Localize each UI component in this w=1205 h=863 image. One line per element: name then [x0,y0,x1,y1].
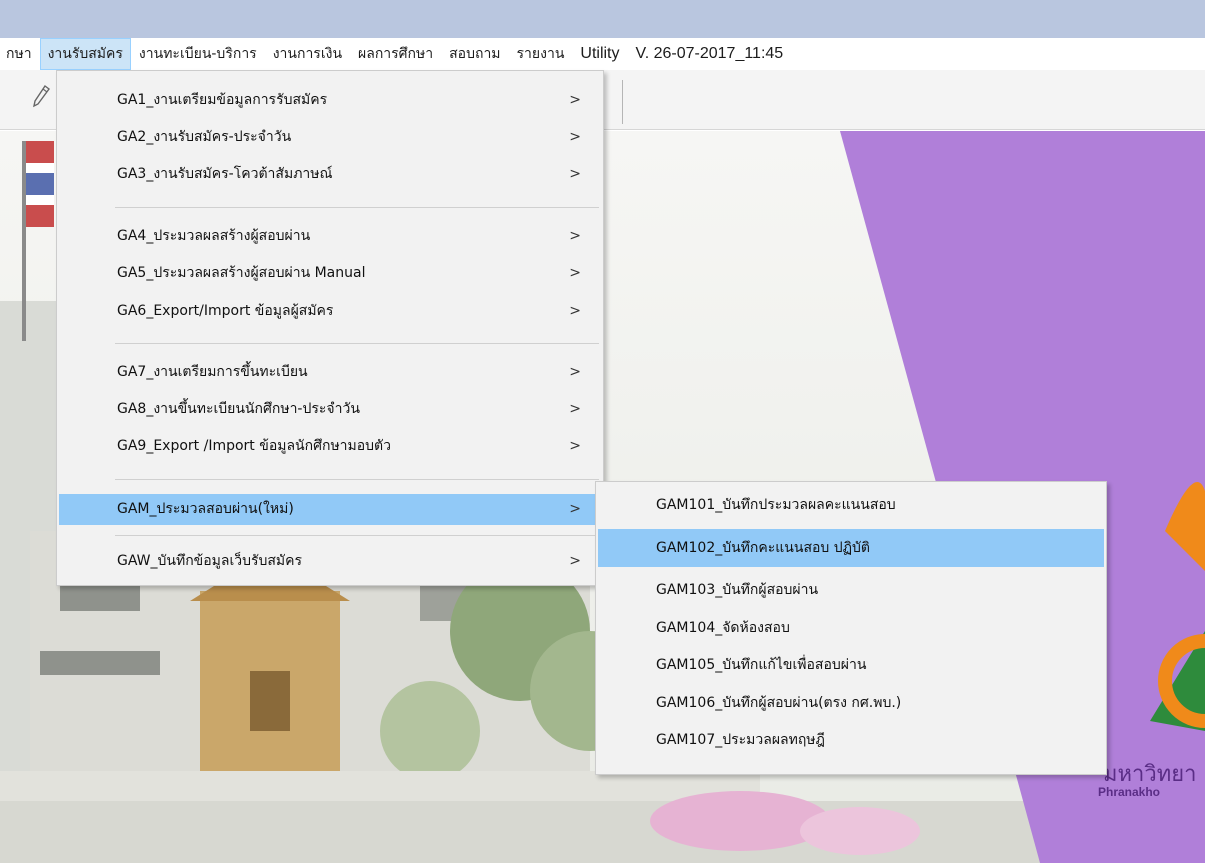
menu-item-ga5[interactable]: GA5_ประมวลผลสร้างผู้สอบผ่าน Manual > [59,258,601,289]
chevron-right-icon: > [569,92,581,108]
submenu-item-label: GAM103_บันทึกผู้สอบผ่าน [656,582,819,598]
menu-separator [115,207,599,208]
submenu-item-gam104[interactable]: GAM104_จัดห้องสอบ [598,613,1104,644]
menu-item-gaw[interactable]: GAW_บันทึกข้อมูลเว็บรับสมัคร > [59,546,601,577]
submenu-item-label: GAM102_บันทึกคะแนนสอบ ปฏิบัติ [656,540,870,556]
chevron-right-icon: > [569,364,581,380]
menu-item-label: GA7_งานเตรียมการขึ้นทะเบียน [117,364,308,380]
chevron-right-icon: > [569,553,581,569]
menu-item-label: GA2_งานรับสมัคร-ประจำวัน [117,129,292,145]
submenu-item-label: GAM105_บันทึกแก้ไขเพื่อสอบผ่าน [656,657,867,673]
menu-item-label: GA3_งานรับสมัคร-โควต้าสัมภาษณ์ [117,166,333,182]
menu-item-ga7[interactable]: GA7_งานเตรียมการขึ้นทะเบียน > [59,357,601,388]
chevron-right-icon: > [569,401,581,417]
menu-separator [115,535,599,536]
menu-item-admission[interactable]: งานรับสมัคร [39,38,131,70]
admission-dropdown-menu: GA1_งานเตรียมข้อมูลการรับสมัคร > GA2_งาน… [56,70,604,586]
chevron-right-icon: > [569,265,581,281]
menu-item-finance[interactable]: งานการเงิน [265,38,350,70]
menu-item-results[interactable]: ผลการศึกษา [350,38,441,70]
menu-item-ga3[interactable]: GA3_งานรับสมัคร-โควต้าสัมภาษณ์ > [59,159,601,190]
menu-item-gam[interactable]: GAM_ประมวลสอบผ่าน(ใหม่) > [59,494,601,525]
menu-item-label: GAW_บันทึกข้อมูลเว็บรับสมัคร [117,553,303,569]
submenu-item-gam105[interactable]: GAM105_บันทึกแก้ไขเพื่อสอบผ่าน [598,650,1104,681]
submenu-item-gam103[interactable]: GAM103_บันทึกผู้สอบผ่าน [598,575,1104,606]
menu-item-registration[interactable]: งานทะเบียน-บริการ [131,38,265,70]
menu-item-ga6[interactable]: GA6_Export/Import ข้อมูลผู้สมัคร > [59,296,601,327]
menu-item-label: GA8_งานขึ้นทะเบียนนักศึกษา-ประจำวัน [117,401,360,417]
menu-separator [115,343,599,344]
submenu-item-gam106[interactable]: GAM106_บันทึกผู้สอบผ่าน(ตรง กศ.พบ.) [598,688,1104,719]
logo-subtext: Phranakho [1098,785,1161,799]
chevron-right-icon: > [569,303,581,319]
submenu-item-label: GAM101_บันทึกประมวลผลคะแนนสอบ [656,497,896,513]
submenu-item-label: GAM106_บันทึกผู้สอบผ่าน(ตรง กศ.พบ.) [656,695,902,711]
chevron-right-icon: > [569,129,581,145]
menu-item-label: GA9_Export /Import ข้อมูลนักศึกษามอบตัว [117,438,392,454]
chevron-right-icon: > [569,438,581,454]
submenu-item-gam101[interactable]: GAM101_บันทึกประมวลผลคะแนนสอบ [598,490,1104,521]
menu-item-label: GA4_ประมวลผลสร้างผู้สอบผ่าน [117,228,311,244]
menu-item-label: GAM_ประมวลสอบผ่าน(ใหม่) [117,501,294,517]
toolbar-separator [622,80,623,124]
version-label: V. 26-07-2017_11:45 [635,45,784,62]
submenu-item-gam102[interactable]: GAM102_บันทึกคะแนนสอบ ปฏิบัติ [598,529,1104,567]
chevron-right-icon: > [569,228,581,244]
chevron-right-icon: > [569,501,581,517]
menu-item-ga4[interactable]: GA4_ประมวลผลสร้างผู้สอบผ่าน > [59,221,601,252]
menu-item-ga9[interactable]: GA9_Export /Import ข้อมูลนักศึกษามอบตัว … [59,431,601,462]
menu-item-utility[interactable]: Utility [572,38,627,70]
menu-item-ga2[interactable]: GA2_งานรับสมัคร-ประจำวัน > [59,122,601,153]
menu-item-education[interactable]: กษา [0,38,40,70]
submenu-item-label: GAM107_ประมวลผลทฤษฎี [656,732,825,748]
menu-item-report[interactable]: รายงาน [509,38,573,70]
menu-item-inquiry[interactable]: สอบถาม [441,38,508,70]
menu-item-label: GA1_งานเตรียมข้อมูลการรับสมัคร [117,92,328,108]
submenu-item-gam107[interactable]: GAM107_ประมวลผลทฤษฎี [598,725,1104,756]
menu-bar: กษา งานรับสมัคร งานทะเบียน-บริการ งานการ… [0,38,1205,70]
window-title-bar [0,0,1205,38]
menu-separator [115,479,599,480]
chevron-right-icon: > [569,166,581,182]
gam-submenu: GAM101_บันทึกประมวลผลคะแนนสอบ GAM102_บัน… [595,481,1107,775]
menu-item-label: GA6_Export/Import ข้อมูลผู้สมัคร [117,303,334,319]
submenu-item-label: GAM104_จัดห้องสอบ [656,620,790,636]
menu-item-ga1[interactable]: GA1_งานเตรียมข้อมูลการรับสมัคร > [59,85,601,116]
menu-item-label: GA5_ประมวลผลสร้างผู้สอบผ่าน Manual [117,265,366,281]
menu-item-ga8[interactable]: GA8_งานขึ้นทะเบียนนักศึกษา-ประจำวัน > [59,394,601,425]
pencil-icon[interactable] [30,84,52,108]
